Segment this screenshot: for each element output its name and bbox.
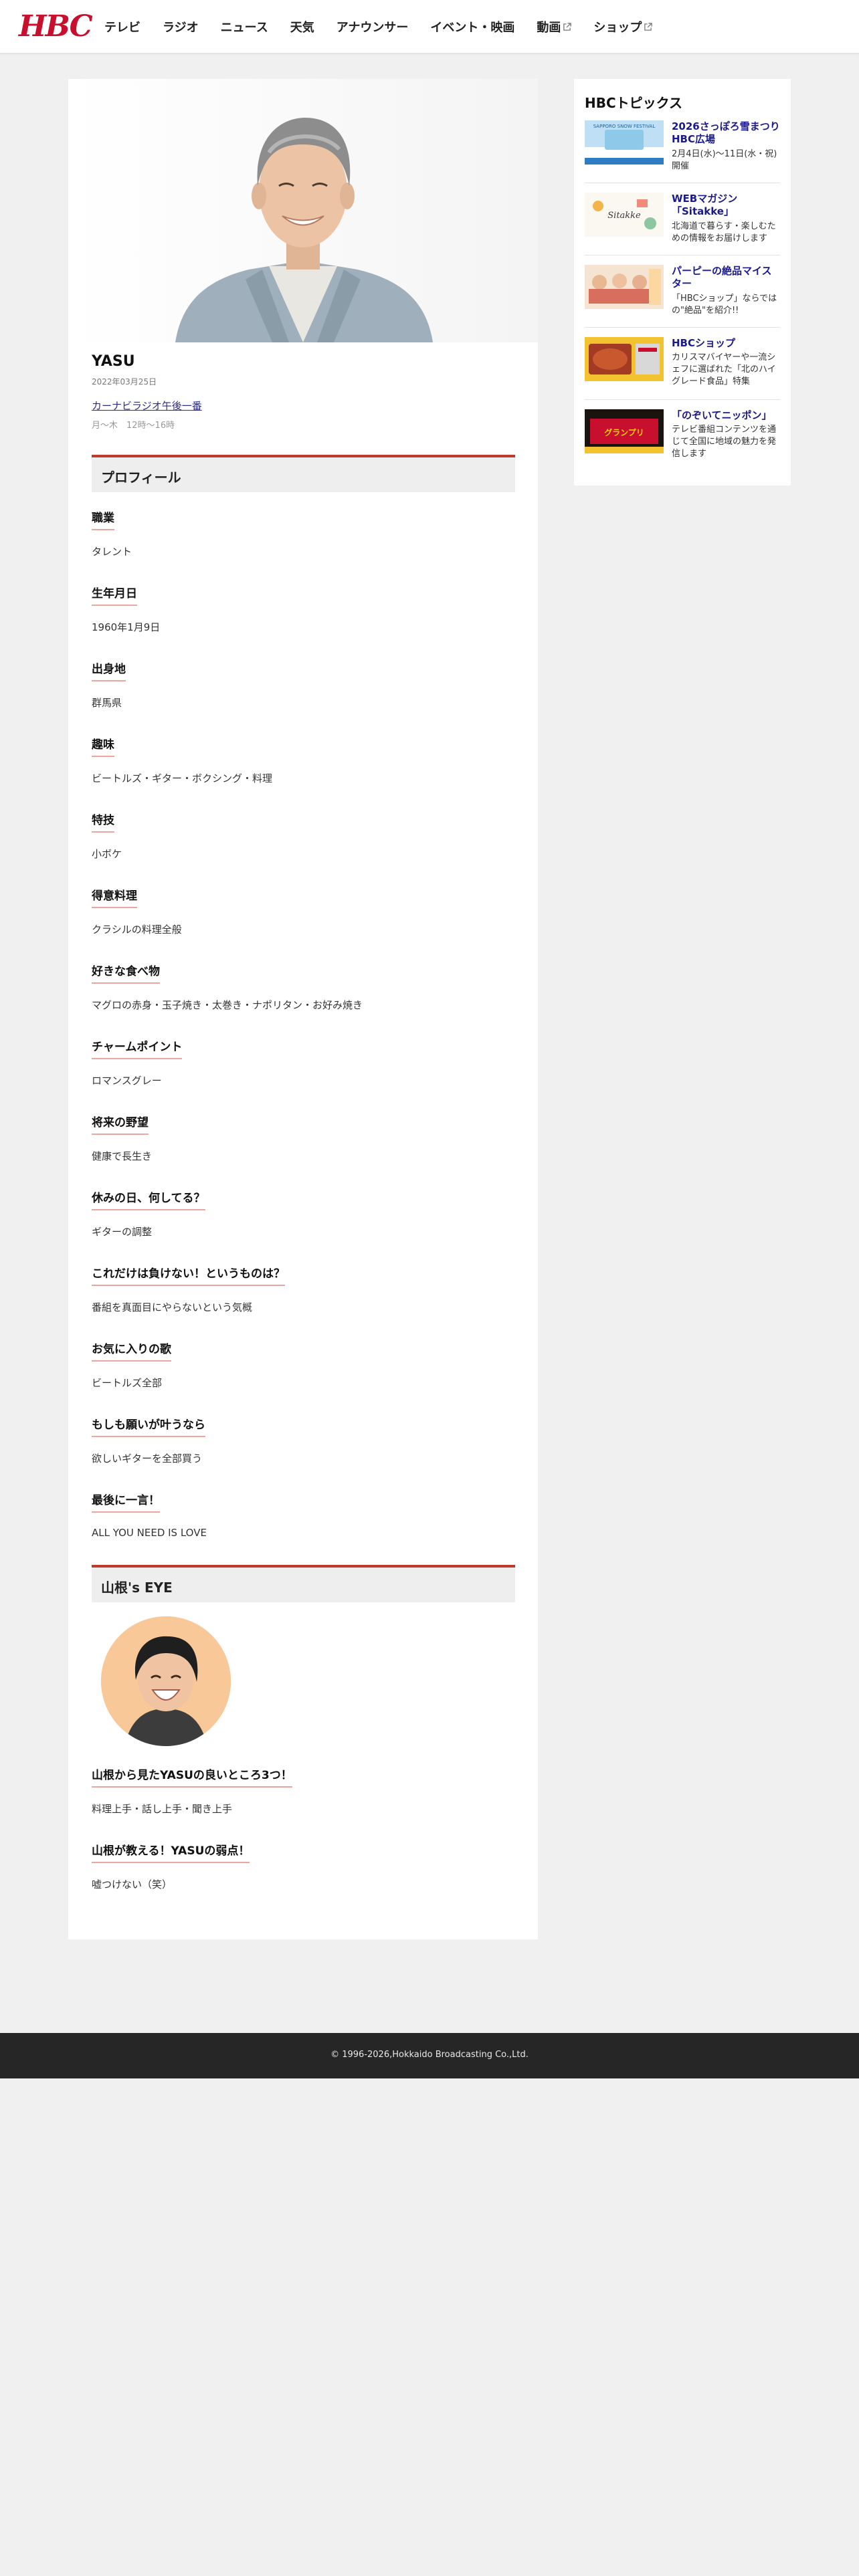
section-title: 山根's EYE xyxy=(101,1580,173,1596)
nav-label: ニュース xyxy=(220,21,268,35)
qa-answer: ビートルズ・ギター・ボクシング・料理 xyxy=(92,772,273,784)
qa-answer: ビートルズ全部 xyxy=(92,1377,163,1389)
qa-answer: マグロの赤身・玉子焼き・太巻き・ナポリタン・お好み焼き xyxy=(92,999,363,1011)
site-header: HBC テレビ ラジオ ニュース 天気 アナウンサー イベント・映画 動画 ショ… xyxy=(0,0,859,53)
qa-label: 山根が教える！YASUの弱点！ xyxy=(92,1841,250,1863)
topic-desc: テレビ番組コンテンツを通じて全国に地域の魅力を発信します xyxy=(672,425,777,459)
profile-hero-photo xyxy=(68,79,538,342)
qa-label: 趣味 xyxy=(92,735,114,757)
qa-label: 最後に一言！ xyxy=(92,1491,160,1513)
topic-title: 「のぞいてニッポン」 xyxy=(672,409,772,421)
qa-label: これだけは負けない！というものは？ xyxy=(92,1264,285,1286)
nav-label: テレビ xyxy=(104,21,140,35)
thumb-text: Sitakke xyxy=(607,211,641,221)
qa-answer: 群馬県 xyxy=(92,697,122,709)
qa-answer: 小ボケ xyxy=(92,848,122,860)
profile-section-heading: プロフィール xyxy=(92,455,515,492)
sidebar-title: HBCトピックス xyxy=(585,95,683,111)
nav-label: 天気 xyxy=(290,21,314,35)
topic-thumbnail xyxy=(585,265,664,309)
qa-label: 出身地 xyxy=(92,659,126,681)
nav-label: ラジオ xyxy=(163,21,199,35)
nav-video[interactable]: 動画 xyxy=(537,18,572,35)
qa-label: もしも願いが叶うなら xyxy=(92,1415,205,1437)
topic-desc: 2月4日(水)〜11日(水・祝)開催 xyxy=(672,149,777,171)
topic-thumbnail: グランプリ xyxy=(585,409,664,453)
qa-label: 山根から見たYASUの良いところ3つ！ xyxy=(92,1765,292,1788)
nav-label: イベント・映画 xyxy=(430,21,515,35)
qa-answer: 嘘つけない（笑） xyxy=(92,1879,173,1891)
qa-answer: 欲しいギターを全部買う xyxy=(92,1453,203,1465)
qa-answer: 1960年1月9日 xyxy=(92,621,161,633)
portrait-illustration xyxy=(175,117,433,342)
hbc-topics-sidebar: HBCトピックス SAPPORO SNOW FESTIVAL 2026さっぽろ雪… xyxy=(574,79,791,486)
avatar-illustration xyxy=(101,1616,231,1746)
topic-thumbnail: Sitakke xyxy=(585,193,664,237)
thumb-text: グランプリ xyxy=(604,427,644,437)
topic-item[interactable]: SAPPORO SNOW FESTIVAL 2026さっぽろ雪まつりHBC広場 … xyxy=(585,120,780,183)
section-title: プロフィール xyxy=(101,469,181,486)
topic-item[interactable]: パーピーの絶品マイスター 「HBCショップ」ならではの"絶品"を紹介!! xyxy=(585,265,780,328)
topic-desc: 北海道で暮らす・楽しむための情報をお届けします xyxy=(672,221,776,243)
topic-thumbnail xyxy=(585,337,664,381)
program-time: 月〜木 12時〜16時 xyxy=(92,421,175,431)
person-name: YASU xyxy=(92,353,135,370)
nav-tv[interactable]: テレビ xyxy=(104,18,140,35)
nav-label: ショップ xyxy=(593,21,642,35)
nav-announcer[interactable]: アナウンサー xyxy=(337,18,409,35)
topic-title: WEBマガジン「Sitakke」 xyxy=(672,193,738,217)
topic-item[interactable]: グランプリ 「のぞいてニッポン」 テレビ番組コンテンツを通じて全国に地域の魅力を… xyxy=(585,409,780,472)
external-link-icon xyxy=(563,22,572,31)
nav-event-movie[interactable]: イベント・映画 xyxy=(430,18,514,35)
qa-answer: クラシルの料理全般 xyxy=(92,924,182,936)
nav-shop[interactable]: ショップ xyxy=(593,18,653,35)
qa-answer: ロマンスグレー xyxy=(92,1075,162,1087)
topic-title: パーピーの絶品マイスター xyxy=(672,265,772,290)
topic-thumbnail: SAPPORO SNOW FESTIVAL xyxy=(585,120,664,165)
thumb-text: SAPPORO SNOW FESTIVAL xyxy=(593,124,656,129)
external-link-icon xyxy=(644,22,653,31)
hbc-logo[interactable]: HBC xyxy=(19,9,93,44)
qa-label: 将来の野望 xyxy=(92,1113,149,1135)
nav-news[interactable]: ニュース xyxy=(221,18,268,35)
qa-answer: タレント xyxy=(92,546,132,558)
topic-item[interactable]: Sitakke WEBマガジン「Sitakke」 北海道で暮らす・楽しむための情… xyxy=(585,193,780,255)
site-footer: © 1996-2026,Hokkaido Broadcasting Co.,Lt… xyxy=(0,2033,859,2078)
nav-label: アナウンサー xyxy=(336,21,409,35)
topic-title: 2026さっぽろ雪まつりHBC広場 xyxy=(672,120,780,145)
topic-title: HBCショップ xyxy=(672,337,735,349)
qa-answer: ギターの調整 xyxy=(92,1226,153,1238)
qa-answer: 番組を真面目にやらないという気概 xyxy=(92,1301,253,1313)
nav-label: 動画 xyxy=(537,21,561,35)
qa-answer: ALL YOU NEED IS LOVE xyxy=(92,1527,207,1539)
qa-label: 職業 xyxy=(92,508,114,530)
qa-label: チャームポイント xyxy=(92,1037,183,1059)
qa-label: 生年月日 xyxy=(92,584,137,606)
qa-label: お気に入りの歌 xyxy=(92,1339,171,1362)
qa-label: 得意料理 xyxy=(92,886,137,908)
qa-answer: 健康で長生き xyxy=(92,1150,153,1162)
qa-label: 特技 xyxy=(92,811,114,833)
yamane-avatar xyxy=(101,1616,231,1746)
nav-weather[interactable]: 天気 xyxy=(290,18,314,35)
topic-item[interactable]: HBCショップ カリスマバイヤーや一流シェフに選ばれた「北のハイグレード食品」特… xyxy=(585,337,780,400)
nav-radio[interactable]: ラジオ xyxy=(163,18,199,35)
qa-label: 休みの日、何してる？ xyxy=(92,1188,205,1210)
qa-label: 好きな食べ物 xyxy=(92,962,160,984)
topic-desc: カリスマバイヤーや一流シェフに選ばれた「北のハイグレード食品」特集 xyxy=(672,352,776,387)
copyright: © 1996-2026,Hokkaido Broadcasting Co.,Lt… xyxy=(330,2050,529,2060)
qa-answer: 料理上手・話し上手・聞き上手 xyxy=(92,1803,233,1815)
program-link[interactable]: カーナビラジオ午後一番 xyxy=(92,399,202,413)
eye-section-heading: 山根's EYE xyxy=(92,1565,515,1602)
profile-card: YASU 2022年03月25日 カーナビラジオ午後一番 月〜木 12時〜16時… xyxy=(68,79,538,1939)
post-date: 2022年03月25日 xyxy=(92,377,157,387)
topic-desc: 「HBCショップ」ならではの"絶品"を紹介!! xyxy=(672,294,777,316)
global-nav: テレビ ラジオ ニュース 天気 アナウンサー イベント・映画 動画 ショップ xyxy=(104,18,674,35)
